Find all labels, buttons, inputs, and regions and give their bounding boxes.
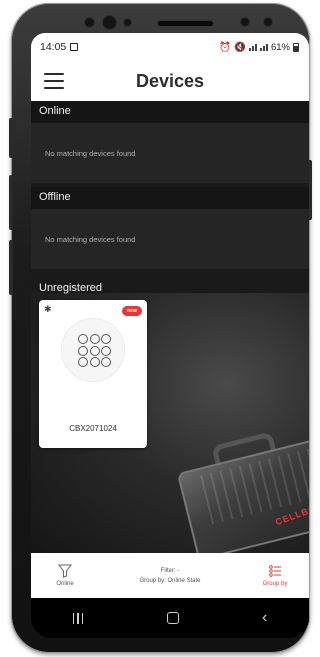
signal-icon	[248, 43, 257, 51]
gallery-notification-icon	[70, 43, 79, 51]
group-list-icon	[269, 565, 281, 577]
empty-message-online: No matching devices found	[45, 148, 136, 158]
filter-text: Filter: -	[160, 567, 180, 574]
keypad-icon	[78, 334, 111, 368]
empty-state-online: No matching devices found	[31, 123, 309, 183]
page-title: Devices	[135, 70, 205, 91]
empty-message-offline: No matching devices found	[45, 234, 136, 244]
menu-icon[interactable]	[44, 73, 64, 89]
signal-2-icon	[259, 43, 268, 51]
system-navigation-bar: ‹	[31, 598, 309, 638]
device-id: CBX2071024	[69, 424, 117, 433]
new-badge: new	[122, 306, 142, 316]
group-by-label: Group by	[262, 581, 288, 587]
status-time: 14:05	[40, 41, 67, 53]
earpiece-speaker	[158, 21, 213, 26]
battery-percent: 61%	[270, 41, 290, 53]
mute-icon: 🔇	[234, 41, 246, 53]
bluetooth-icon: ✱	[44, 304, 52, 314]
status-bar: 14:05 ⏰ 🔇 61%	[31, 33, 309, 61]
app-header: Devices	[31, 61, 309, 101]
iris-sensor-left	[241, 18, 249, 26]
device-list[interactable]: Online No matching devices found Offline…	[31, 101, 309, 553]
proximity-sensor	[85, 18, 94, 27]
device-icon-circle	[61, 318, 125, 382]
battery-icon	[293, 42, 299, 52]
section-header-online: Online	[31, 101, 309, 123]
alarm-icon: ⏰	[219, 41, 232, 53]
back-icon[interactable]: ‹	[262, 610, 267, 626]
filter-summary: Filter: - Group by: Online State	[139, 566, 200, 586]
online-filter-label: Online	[56, 581, 74, 587]
iris-sensor-right	[264, 18, 272, 26]
filter-icon	[58, 564, 72, 578]
recent-apps-icon[interactable]	[72, 612, 84, 624]
bottom-toolbar: Online Filter: - Group by: Online State …	[31, 553, 309, 598]
empty-state-offline: No matching devices found	[31, 209, 309, 269]
volume-down-button	[9, 240, 13, 295]
section-header-offline: Offline	[31, 187, 309, 209]
group-by-button[interactable]: Group by	[251, 564, 299, 587]
front-camera	[103, 16, 116, 29]
group-text: Group by: Online State	[139, 577, 201, 584]
bixby-button	[9, 118, 13, 158]
phone-screen: 14:05 ⏰ 🔇 61% Devices Online No matching…	[31, 33, 309, 638]
light-sensor	[124, 19, 131, 26]
volume-up-button	[9, 175, 13, 230]
home-icon[interactable]	[166, 612, 179, 624]
device-card[interactable]: ✱ new CBX2071024	[39, 300, 147, 448]
section-header-unregistered: Unregistered	[39, 282, 102, 294]
online-filter-button[interactable]: Online	[41, 564, 89, 587]
